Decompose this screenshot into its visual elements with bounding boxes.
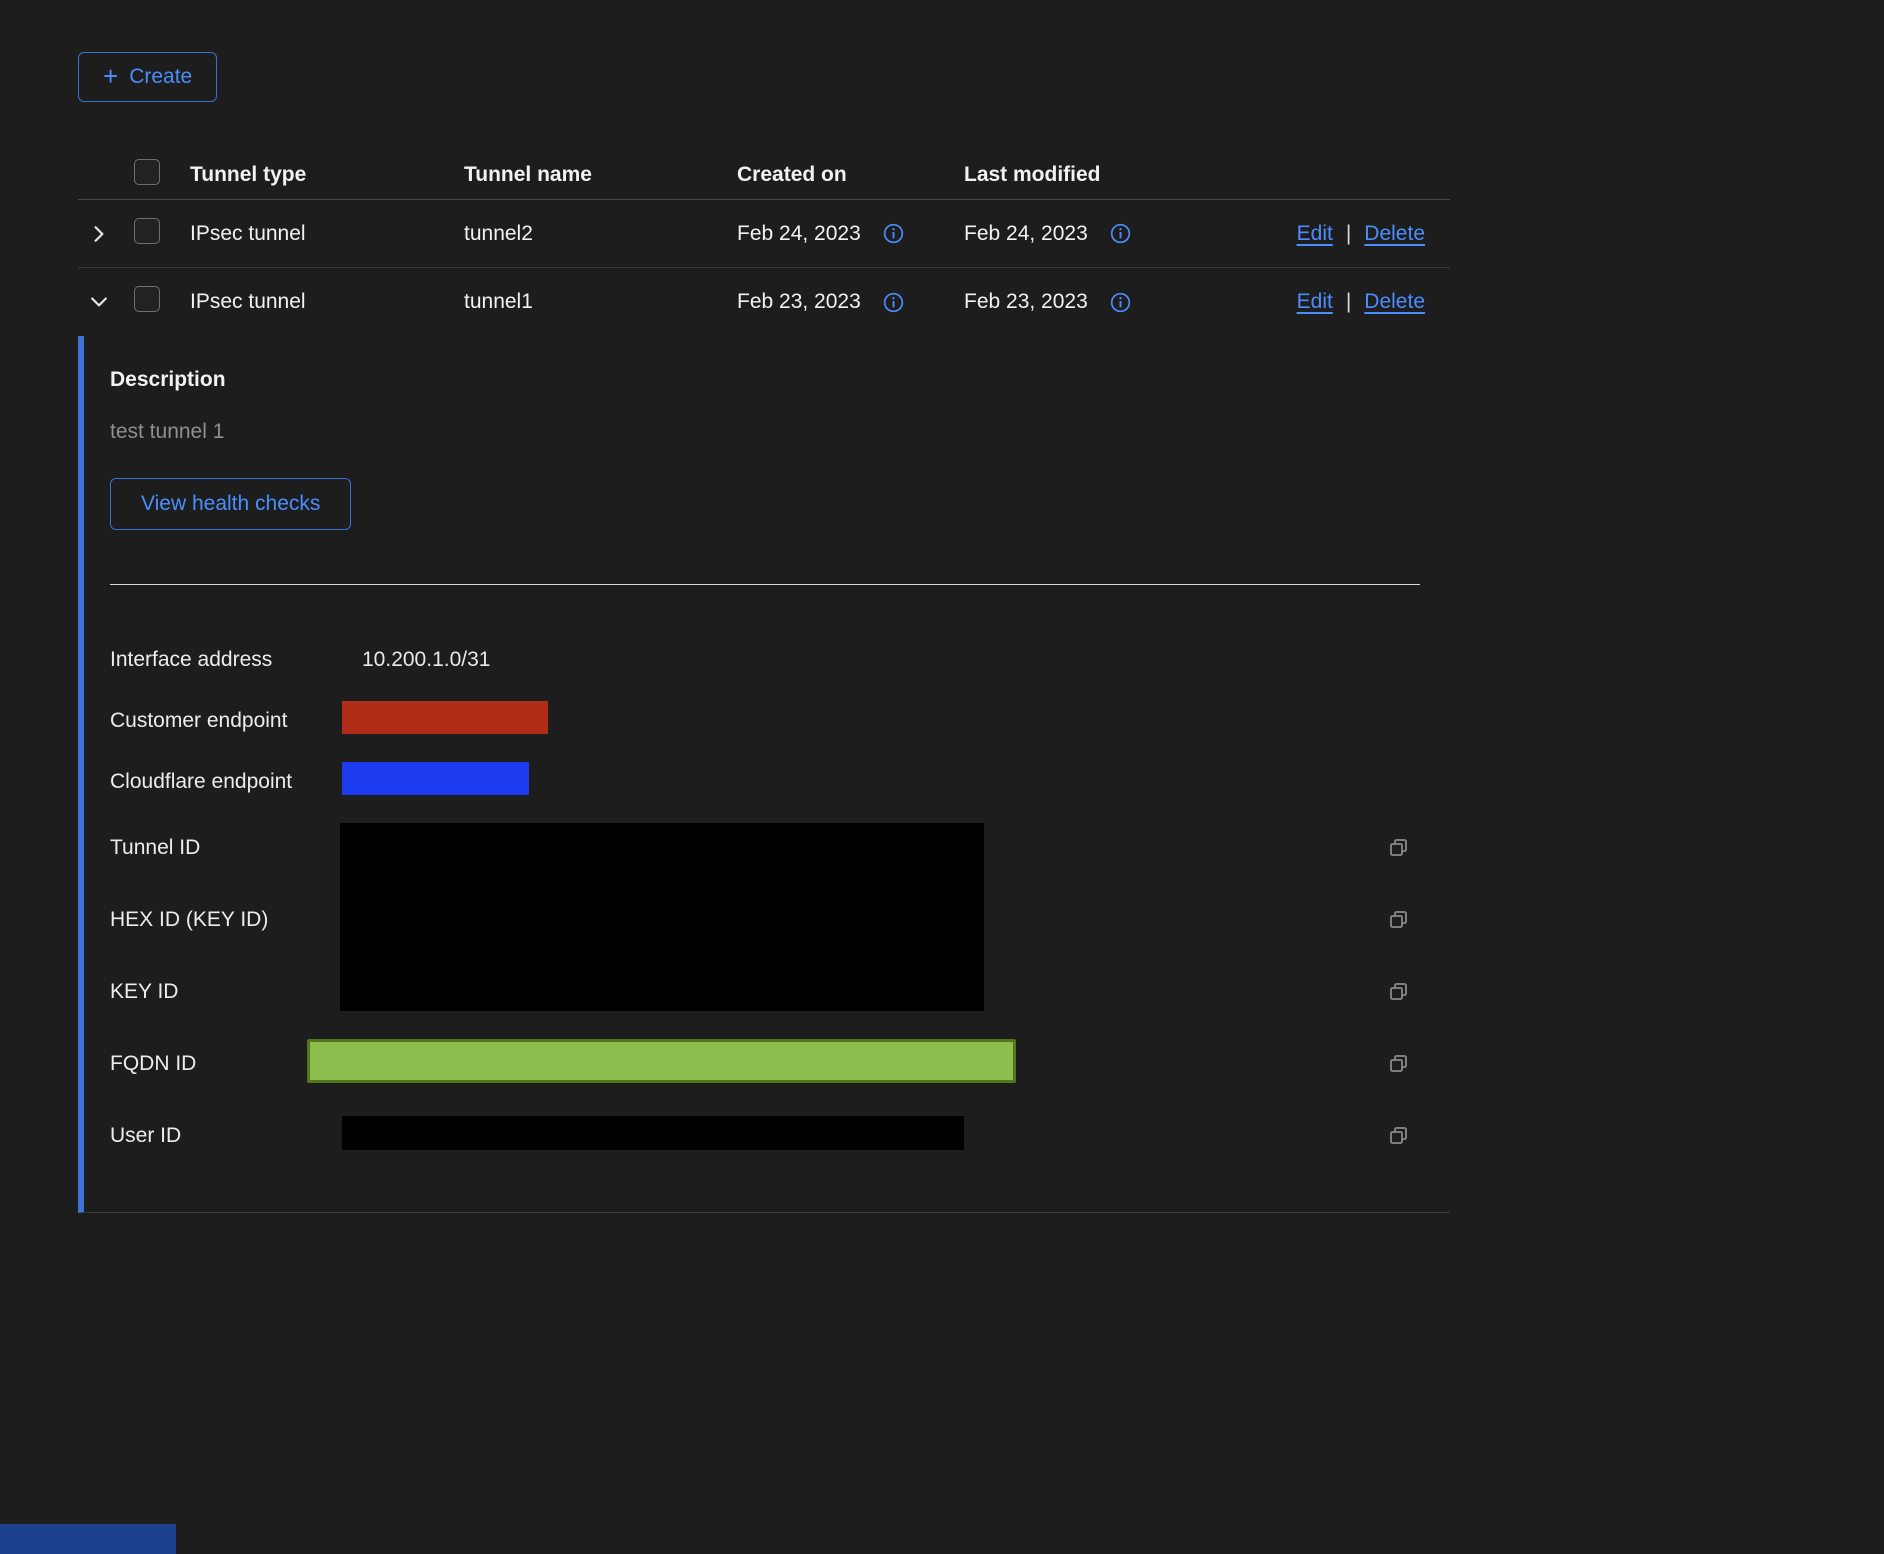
customer-endpoint-row: Customer endpoint bbox=[110, 690, 1450, 751]
action-separator: | bbox=[1346, 290, 1351, 314]
tunnels-table: Tunnel type Tunnel name Created on Last … bbox=[78, 150, 1450, 336]
user-id-row: User ID bbox=[110, 1100, 1450, 1172]
tunnel-name-cell: tunnel2 bbox=[464, 222, 737, 246]
key-id-label: KEY ID bbox=[110, 980, 342, 1004]
table-row: IPsec tunnel tunnel2 Feb 24, 2023 Feb 24… bbox=[78, 200, 1450, 268]
fqdn-id-row: FQDN ID bbox=[110, 1028, 1450, 1100]
fqdn-id-redacted-value bbox=[307, 1039, 1016, 1083]
cloudflare-endpoint-redacted-value bbox=[342, 762, 529, 795]
col-header-created-on: Created on bbox=[737, 163, 964, 187]
created-on-cell: Feb 24, 2023 bbox=[737, 222, 861, 246]
tunnel-id-label: Tunnel ID bbox=[110, 836, 342, 860]
copy-icon bbox=[1388, 1125, 1410, 1147]
interface-address-value: 10.200.1.0/31 bbox=[342, 648, 1388, 672]
user-id-label: User ID bbox=[110, 1124, 342, 1148]
copy-button[interactable] bbox=[1388, 1125, 1410, 1147]
hex-id-label: HEX ID (KEY ID) bbox=[110, 908, 342, 932]
copy-button[interactable] bbox=[1388, 909, 1410, 931]
delete-link[interactable]: Delete bbox=[1364, 222, 1425, 246]
tunnel-type-cell: IPsec tunnel bbox=[190, 222, 464, 246]
last-modified-cell: Feb 23, 2023 bbox=[964, 290, 1088, 314]
copy-icon bbox=[1388, 837, 1410, 859]
chevron-right-icon bbox=[90, 225, 108, 243]
cloudflare-endpoint-label: Cloudflare endpoint bbox=[110, 770, 342, 794]
copy-button[interactable] bbox=[1388, 1053, 1410, 1075]
copy-icon bbox=[1388, 909, 1410, 931]
info-icon[interactable] bbox=[883, 292, 904, 313]
select-all-checkbox[interactable] bbox=[134, 159, 160, 185]
info-icon[interactable] bbox=[1110, 292, 1131, 313]
expanded-tunnel-detail: Description test tunnel 1 View health ch… bbox=[78, 336, 1450, 1213]
create-button[interactable]: + Create bbox=[78, 52, 217, 102]
header-checkbox-cell bbox=[134, 159, 190, 191]
interface-address-label: Interface address bbox=[110, 648, 342, 672]
interface-address-row: Interface address 10.200.1.0/31 bbox=[110, 629, 1450, 690]
table-row: IPsec tunnel tunnel1 Feb 23, 2023 Feb 23… bbox=[78, 268, 1450, 336]
edit-link[interactable]: Edit bbox=[1297, 222, 1333, 246]
tunnel-ids-section: Tunnel ID HEX ID (KEY ID) bbox=[110, 812, 1450, 1028]
copy-icon bbox=[1388, 1053, 1410, 1075]
copy-button[interactable] bbox=[1388, 981, 1410, 1003]
info-icon[interactable] bbox=[1110, 223, 1131, 244]
col-header-last-modified: Last modified bbox=[964, 163, 1281, 187]
bottom-bar bbox=[0, 1524, 176, 1554]
section-divider bbox=[110, 584, 1420, 585]
view-health-checks-button[interactable]: View health checks bbox=[110, 478, 351, 530]
delete-link[interactable]: Delete bbox=[1364, 290, 1425, 314]
description-value: test tunnel 1 bbox=[110, 420, 1450, 444]
copy-icon bbox=[1388, 981, 1410, 1003]
col-header-tunnel-type: Tunnel type bbox=[190, 163, 464, 187]
edit-link[interactable]: Edit bbox=[1297, 290, 1333, 314]
info-icon[interactable] bbox=[883, 223, 904, 244]
tunnel-type-cell: IPsec tunnel bbox=[190, 290, 464, 314]
copy-button[interactable] bbox=[1388, 837, 1410, 859]
tunnel-ids-redacted-value bbox=[340, 823, 984, 1011]
last-modified-cell: Feb 24, 2023 bbox=[964, 222, 1088, 246]
description-heading: Description bbox=[110, 368, 1450, 392]
created-on-cell: Feb 23, 2023 bbox=[737, 290, 861, 314]
create-button-label: Create bbox=[129, 65, 192, 89]
plus-icon: + bbox=[103, 63, 118, 89]
row-checkbox[interactable] bbox=[134, 218, 160, 244]
cloudflare-endpoint-row: Cloudflare endpoint bbox=[110, 751, 1450, 812]
chevron-down-icon bbox=[90, 293, 108, 311]
tunnel-fields: Interface address 10.200.1.0/31 Customer… bbox=[110, 629, 1450, 1172]
table-header-row: Tunnel type Tunnel name Created on Last … bbox=[78, 150, 1450, 200]
tunnel-name-cell: tunnel1 bbox=[464, 290, 737, 314]
col-header-tunnel-name: Tunnel name bbox=[464, 163, 737, 187]
customer-endpoint-redacted-value bbox=[342, 701, 548, 734]
row-checkbox[interactable] bbox=[134, 286, 160, 312]
action-separator: | bbox=[1346, 222, 1351, 246]
collapse-row-button[interactable] bbox=[78, 293, 134, 311]
user-id-redacted-value bbox=[342, 1116, 964, 1150]
expand-row-button[interactable] bbox=[78, 225, 134, 243]
customer-endpoint-label: Customer endpoint bbox=[110, 709, 342, 733]
